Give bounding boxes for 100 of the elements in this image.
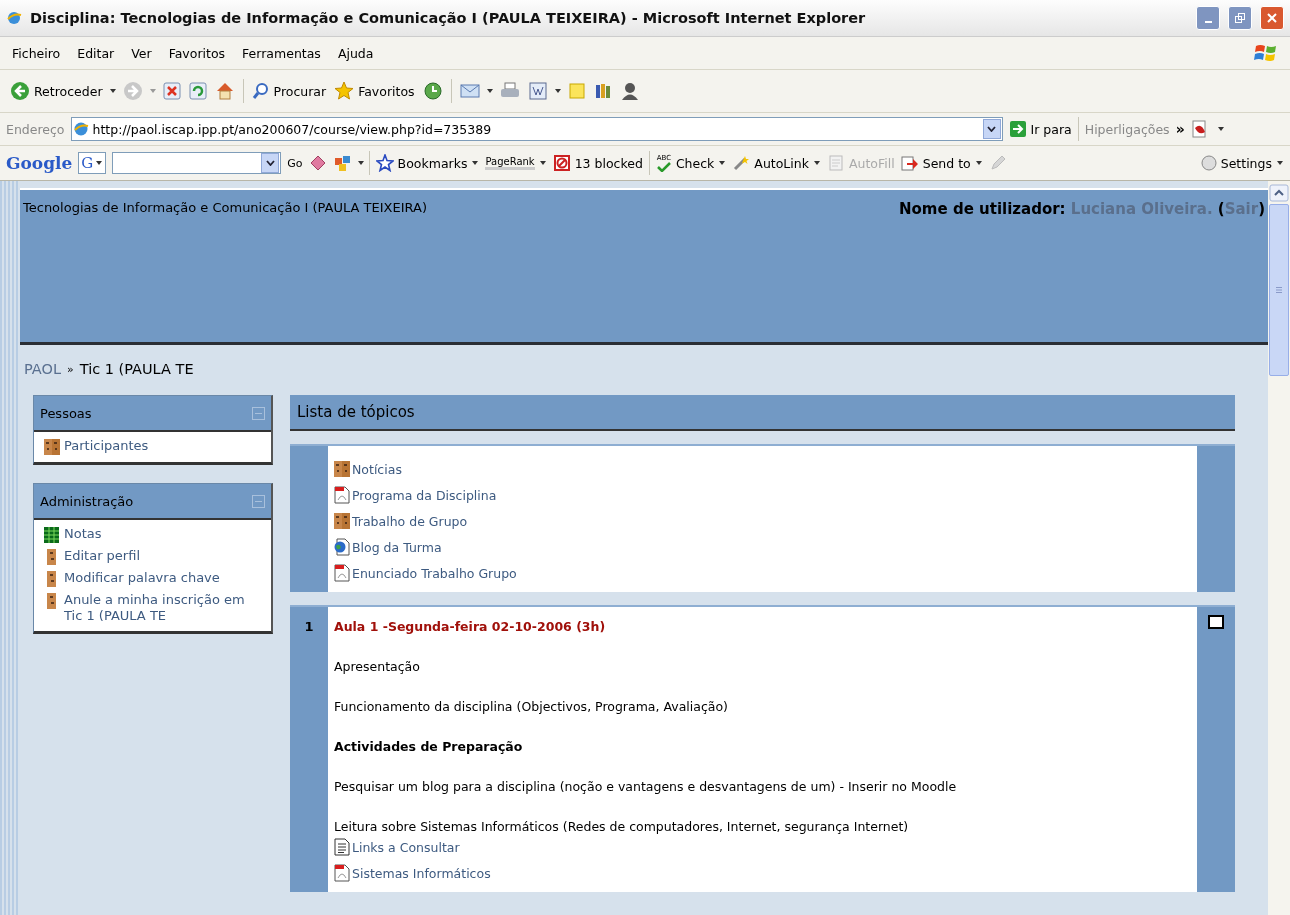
pagerank-button[interactable]: PageRank: [485, 156, 547, 170]
block-link[interactable]: Modificar palavra chave: [64, 570, 220, 587]
block-title: Administração: [40, 493, 134, 509]
pdf-file-icon: [334, 864, 350, 882]
caret-icon: [974, 160, 983, 166]
wand-icon: [732, 154, 751, 172]
search-icon: [251, 82, 270, 100]
messenger-icon[interactable]: [619, 81, 640, 101]
people-icon: [334, 512, 350, 530]
scrollbar[interactable]: [1268, 181, 1290, 915]
address-field[interactable]: http://paol.iscap.ipp.pt/ano200607/course/view.php?id=735389: [70, 117, 1003, 141]
caret-icon: [471, 160, 480, 166]
google-logo: Google: [6, 153, 73, 173]
refresh-icon[interactable]: [188, 82, 207, 100]
menu-item[interactable]: Editar: [77, 45, 115, 61]
section-heading: Actividades de Preparação: [334, 739, 524, 754]
block-link[interactable]: Notas: [64, 526, 102, 543]
caret-icon[interactable]: [356, 160, 365, 166]
circle-icon: [1200, 155, 1217, 171]
breadcrumb-link[interactable]: PAOL: [24, 361, 61, 377]
send-icon: [900, 154, 919, 172]
page-icon: [72, 121, 89, 137]
block-link[interactable]: Participantes: [64, 438, 149, 455]
google-menu-button[interactable]: G: [78, 152, 107, 174]
globe-page-icon: [334, 538, 350, 556]
minimize-button[interactable]: [1196, 6, 1220, 30]
address-label: Endereço: [6, 121, 65, 137]
people-icon: [44, 438, 60, 456]
resource-link[interactable]: Blog da Turma: [352, 539, 442, 555]
dropdown-button[interactable]: [982, 119, 1001, 139]
popup-blocker-button[interactable]: 13 blocked: [552, 154, 643, 172]
restore-button[interactable]: [1228, 6, 1252, 30]
caret-icon[interactable]: [485, 88, 494, 94]
caret-icon: [1276, 160, 1284, 166]
section-text: Apresentação: [334, 659, 421, 674]
resource-link[interactable]: Programa da Disciplina: [352, 487, 497, 503]
pdf-file-icon: [334, 486, 350, 504]
stop-icon[interactable]: [162, 82, 181, 100]
browser-icon: [6, 10, 22, 26]
go-button[interactable]: Go: [287, 156, 303, 170]
resource-link[interactable]: Sistemas Informáticos: [352, 865, 491, 881]
star-icon: [334, 81, 355, 101]
resource-link[interactable]: Enunciado Trabalho Grupo: [352, 565, 517, 581]
form-icon: [826, 154, 845, 172]
menu-item[interactable]: Ficheiro: [12, 45, 61, 61]
login-info: Nome de utilizador: Luciana Oliveira. (Sair): [899, 200, 1265, 218]
scroll-up-icon[interactable]: [1269, 184, 1289, 202]
favorites-button[interactable]: Favoritos: [334, 81, 415, 101]
section-text: Pesquisar um blog para a disciplina (noção e vantagens e desvantagens de um) - Inserir no Moodle: [334, 779, 958, 794]
resource-link[interactable]: Trabalho de Grupo: [352, 513, 468, 529]
history-icon[interactable]: [422, 81, 443, 101]
send-to-button[interactable]: Send to: [900, 154, 983, 172]
block-link[interactable]: Anule a minha inscrição em Tic 1 (PAULA TE: [64, 592, 263, 625]
chevron-down-icon: [987, 126, 997, 132]
breadcrumb-current: Tic 1 (PAULA TE: [79, 361, 194, 377]
back-button[interactable]: Retroceder: [10, 81, 103, 101]
grades-icon: [44, 526, 60, 544]
search-button[interactable]: Procurar: [251, 82, 327, 100]
menu-item[interactable]: Ajuda: [337, 45, 374, 61]
restore-icon: [1234, 12, 1246, 24]
block-title: Pessoas: [40, 405, 92, 421]
close-icon: [1266, 12, 1278, 24]
pdf-file-icon: [334, 564, 350, 582]
minimize-icon: [1204, 21, 1212, 23]
close-button[interactable]: [1260, 6, 1284, 30]
printer-icon[interactable]: [499, 82, 520, 100]
document-icon[interactable]: [527, 82, 548, 100]
scroll-thumb[interactable]: [1269, 204, 1289, 376]
block-link[interactable]: Editar perfil: [64, 548, 140, 565]
books-icon[interactable]: [593, 82, 612, 100]
windows-logo-icon: [1254, 42, 1278, 64]
star-icon: [375, 154, 394, 172]
mail-icon[interactable]: [459, 82, 480, 100]
checkmark-icon: [655, 161, 672, 172]
google-search-field[interactable]: [112, 152, 282, 174]
autolink-button[interactable]: AutoLink: [732, 154, 821, 172]
course-title: Tecnologias de Informação e Comunicação I (PAULA TEIXEIRA): [23, 200, 427, 215]
grip-icon: [1275, 286, 1283, 294]
section-title: Aula 1 -Segunda-feira 02-10-2006 (3h): [334, 618, 607, 634]
dropdown-button[interactable]: [261, 153, 280, 173]
settings-button[interactable]: Settings: [1200, 155, 1284, 171]
section-text: Funcionamento da disciplina (Objectivos, Programa, Avaliação): [334, 699, 729, 714]
gem-icon[interactable]: [308, 154, 327, 172]
menu-item[interactable]: Ferramentas: [242, 45, 321, 61]
highlight-toggle-icon[interactable]: [1208, 615, 1224, 629]
section-text: Leitura sobre Sistemas Informáticos (Redes de computadores, Internet, segurança Internet): [334, 819, 910, 834]
menu-item[interactable]: Favoritos: [168, 45, 226, 61]
resource-link[interactable]: Notícias: [352, 461, 402, 477]
bookmarks-button[interactable]: Bookmarks: [375, 154, 480, 172]
caret-icon[interactable]: [1216, 126, 1225, 132]
resource-link[interactable]: Links a Consultar: [352, 839, 460, 855]
chevron-down-icon: [265, 160, 275, 166]
caret-icon: [718, 160, 727, 166]
go-button[interactable]: Ir para: [1008, 120, 1072, 138]
menu-item[interactable]: Ver: [131, 45, 152, 61]
chevron-button[interactable]: »: [1175, 121, 1185, 137]
section-number: 1: [304, 619, 314, 634]
caret-icon[interactable]: [108, 88, 117, 94]
caret-icon[interactable]: [553, 88, 562, 94]
window-title: Disciplina: Tecnologias de Informação e Comunicação I (PAULA TEIXEIRA) - Microsoft Internet Explorer: [30, 10, 866, 26]
